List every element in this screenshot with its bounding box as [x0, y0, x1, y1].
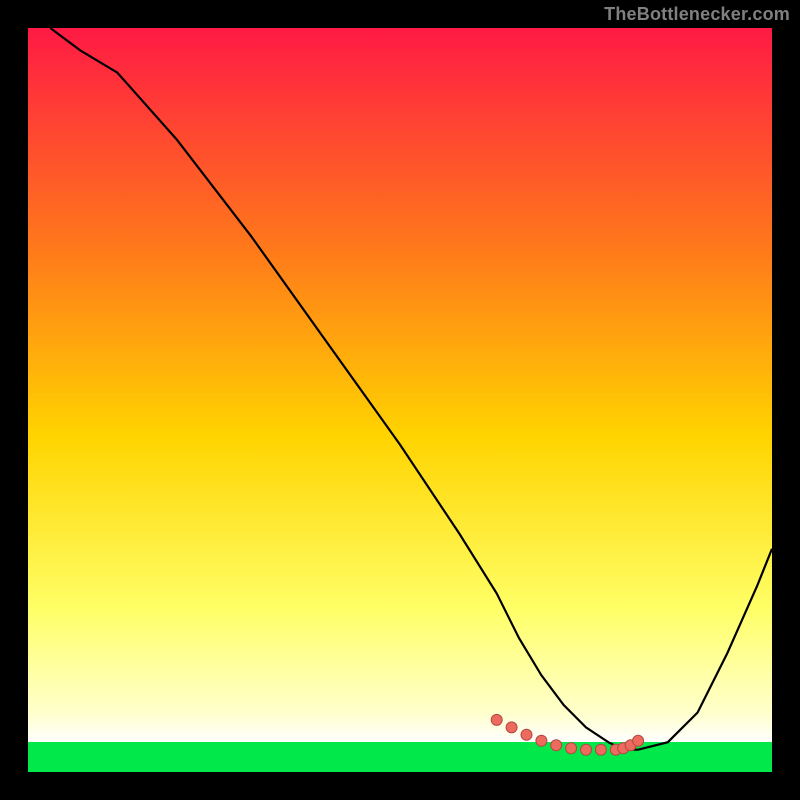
gradient-background: [28, 28, 772, 772]
marker-dot: [521, 729, 532, 740]
attribution-text: TheBottlenecker.com: [604, 4, 790, 25]
marker-dot: [633, 735, 644, 746]
chart-canvas: [28, 28, 772, 772]
marker-dot: [491, 714, 502, 725]
marker-dot: [566, 743, 577, 754]
marker-dot: [551, 740, 562, 751]
marker-dot: [506, 722, 517, 733]
marker-dot: [595, 744, 606, 755]
marker-dot: [536, 735, 547, 746]
marker-dot: [581, 744, 592, 755]
plot-frame: [28, 28, 772, 772]
